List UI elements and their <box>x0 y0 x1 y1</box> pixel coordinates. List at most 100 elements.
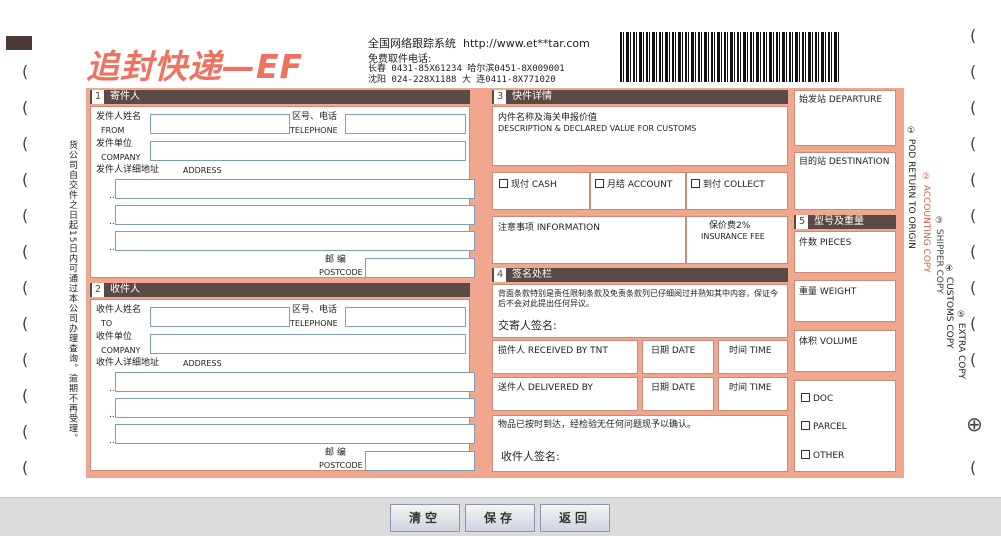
feed-hole-icon: ( <box>970 242 977 261</box>
recipient-address-line-3[interactable] <box>115 424 475 444</box>
volume-label: 体积 VOLUME <box>799 337 858 347</box>
feed-hole-icon: ( <box>22 242 29 261</box>
received-time-field[interactable]: 时间 TIME <box>718 340 788 374</box>
received-date-label: 日期 DATE <box>651 346 696 356</box>
recipient-sign-panel: 物品已按时到达，经检验无任何问题现予以确认。 收件人签名: <box>492 415 788 472</box>
other-option[interactable]: OTHER <box>801 450 844 462</box>
recipient-name-label: 收件人姓名 <box>96 305 142 315</box>
feed-hole-icon: ( <box>970 278 977 297</box>
type-weight-section-header: 5 型号及重量 <box>794 215 896 229</box>
side-notice: 货公司自交件之日起15日内可通过本公司办理查询。逾期不再受理。 <box>67 140 77 444</box>
destination-label: 目的站 DESTINATION <box>799 157 890 167</box>
delivered-by-field[interactable]: 送件人 DELIVERED BY <box>492 377 638 411</box>
doc-checkbox[interactable] <box>801 393 810 402</box>
recipient-phone-input[interactable] <box>345 307 466 327</box>
description-label-en: DESCRIPTION & DECLARED VALUE FOR CUSTOMS <box>498 124 697 133</box>
feed-hole-icon: ( <box>970 98 977 117</box>
parcel-option[interactable]: PARCEL <box>801 421 847 433</box>
feed-hole-icon: ( <box>970 62 977 81</box>
sender-postcode-label: 邮 编 <box>325 255 346 265</box>
insurance-panel: 保价费2% INSURANCE FEE <box>686 216 788 264</box>
pay-cash-option[interactable]: 现付 CASH <box>492 172 590 210</box>
pay-account-option[interactable]: 月结 ACCOUNT <box>590 172 686 210</box>
recipient-company-label: 收件单位 <box>96 332 133 342</box>
weight-field[interactable]: 重量 WEIGHT <box>794 280 896 322</box>
hotline-line-2: 沈阳 024-228X1188 大 连0411-8X771020 <box>368 75 556 85</box>
account-checkbox[interactable] <box>595 179 604 188</box>
recipient-company-input[interactable] <box>150 334 466 354</box>
recipient-section-header: 2 收件人 <box>90 283 470 297</box>
feed-hole-icon: ( <box>970 26 977 45</box>
collect-checkbox[interactable] <box>691 179 700 188</box>
recipient-phone-label-en: TELEPHONE <box>290 319 338 328</box>
registration-mark-icon: ⊕ <box>966 412 983 436</box>
recipient-company-label-en: COMPANY <box>101 346 141 355</box>
website-url: http://www.et**tar.com <box>463 37 590 50</box>
feed-hole-icon: ( <box>22 206 29 225</box>
sender-company-label: 发件单位 <box>96 139 133 149</box>
signature-section-header: 4 签名处栏 <box>492 268 788 282</box>
recipient-postcode-input[interactable] <box>365 451 475 471</box>
feed-hole-icon: ( <box>22 98 29 117</box>
feed-hole-icon: ( <box>970 314 977 333</box>
sender-company-label-en: COMPANY <box>101 153 141 162</box>
sender-name-input[interactable] <box>150 114 290 134</box>
cash-checkbox[interactable] <box>499 179 508 188</box>
sender-address-line-3[interactable] <box>115 231 475 251</box>
barcode <box>620 32 840 82</box>
sender-company-input[interactable] <box>150 141 466 161</box>
recipient-address-line-1[interactable] <box>115 372 475 392</box>
delivered-by-label: 送件人 DELIVERED BY <box>498 383 593 393</box>
feed-hole-icon: ( <box>22 62 29 81</box>
corner-mark <box>6 36 32 50</box>
received-date-field[interactable]: 日期 DATE <box>642 340 714 374</box>
recipient-name-label-en: TO <box>101 319 113 328</box>
recipient-name-input[interactable] <box>150 307 290 327</box>
sender-address-label-en: ADDRESS <box>183 166 222 175</box>
back-button[interactable]: 返回 <box>540 504 610 532</box>
sender-postcode-input[interactable] <box>365 258 475 278</box>
feed-hole-icon: ( <box>970 134 977 153</box>
copy-label-4: ④ CUSTOMS COPY <box>944 264 954 349</box>
pay-collect-option[interactable]: 到付 COLLECT <box>686 172 788 210</box>
parcel-checkbox[interactable] <box>801 421 810 430</box>
clear-button[interactable]: 清空 <box>390 504 460 532</box>
sender-address-line-1[interactable] <box>115 179 475 199</box>
doc-option[interactable]: DOC <box>801 393 833 405</box>
sender-section-header: 1 寄件人 <box>90 90 470 104</box>
recipient-address-label-en: ADDRESS <box>183 359 222 368</box>
feed-hole-icon: ( <box>22 422 29 441</box>
feed-hole-icon: ( <box>22 170 29 189</box>
sender-phone-input[interactable] <box>345 114 466 134</box>
pieces-field[interactable]: 件数 PIECES <box>794 231 896 273</box>
waybill-sheet: ( ( ( ( ( ( ( ( ( ( ( ( ( ( ( ( ( ( ( ( … <box>0 0 1001 497</box>
destination-field[interactable]: 目的站 DESTINATION <box>794 152 896 210</box>
recipient-postcode-label-en: POSTCODE <box>319 461 363 470</box>
sender-postcode-label-en: POSTCODE <box>319 268 363 277</box>
volume-field[interactable]: 体积 VOLUME <box>794 330 896 372</box>
description-panel: 内件名称及海关申报价值 DESCRIPTION & DECLARED VALUE… <box>492 106 788 166</box>
recipient-postcode-label: 邮 编 <box>325 448 346 458</box>
recipient-address-line-2[interactable] <box>115 398 475 418</box>
action-bar: 清空 保存 返回 <box>0 497 1001 536</box>
received-by-field[interactable]: 揽件人 RECEIVED BY TNT <box>492 340 638 374</box>
delivered-date-field[interactable]: 日期 DATE <box>642 377 714 411</box>
waybill-form: 1 寄件人 发件人姓名 FROM 区号、电话 TELEPHONE 发件单位 COM… <box>86 88 904 478</box>
system-title: 全国网络跟踪系统 <box>368 37 456 50</box>
feed-hole-icon: ( <box>22 134 29 153</box>
departure-field[interactable]: 始发站 DEPARTURE <box>794 90 896 146</box>
sender-sign-panel: 背面条款特别是责任限制条款及免责条款列已仔细阅过并熟知其中内容，保证今后不会对此… <box>492 284 788 338</box>
other-checkbox[interactable] <box>801 450 810 459</box>
feed-hole-icon: ( <box>970 170 977 189</box>
weight-label: 重量 WEIGHT <box>799 287 857 297</box>
sender-panel: 发件人姓名 FROM 区号、电话 TELEPHONE 发件单位 COMPANY … <box>90 106 475 278</box>
delivered-time-field[interactable]: 时间 TIME <box>718 377 788 411</box>
save-button[interactable]: 保存 <box>465 504 535 532</box>
info-panel: 注意事项 INFORMATION <box>492 216 686 264</box>
feed-hole-icon: ( <box>970 350 977 369</box>
feed-hole-icon: ( <box>22 386 29 405</box>
insurance-label-en: INSURANCE FEE <box>701 232 765 241</box>
pieces-label: 件数 PIECES <box>799 238 852 248</box>
company-logo: 追封快递—EF <box>86 47 304 86</box>
sender-address-line-2[interactable] <box>115 205 475 225</box>
